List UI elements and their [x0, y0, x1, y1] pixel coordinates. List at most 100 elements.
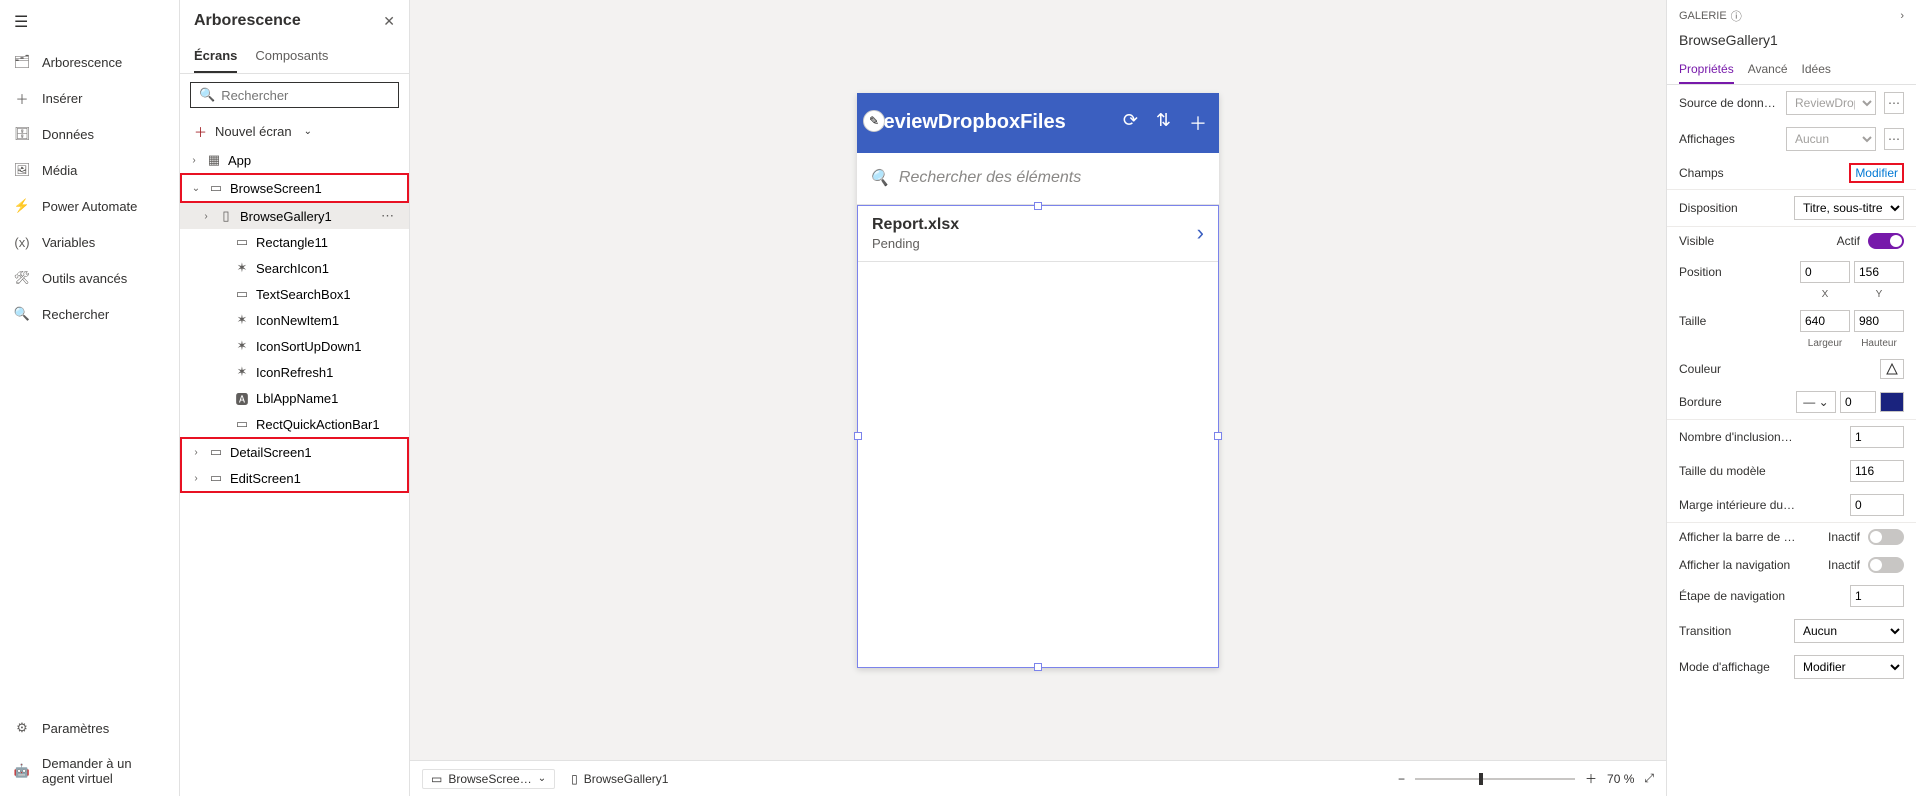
expand-icon[interactable]: ›: [190, 447, 202, 458]
nav-tree[interactable]: 🗂 Arborescence: [0, 44, 179, 80]
sort-icon[interactable]: ⇅: [1156, 110, 1171, 136]
app-header: ReviewDropboxFiles ⟳ ⇅ ＋: [857, 93, 1219, 153]
nav-variables[interactable]: (x) Variables: [0, 224, 179, 260]
tree-node-label: IconRefresh1: [256, 365, 333, 380]
color-swatch[interactable]: [1880, 359, 1904, 379]
breadcrumb-control[interactable]: ▯ BrowseGallery1: [571, 772, 668, 786]
expand-icon[interactable]: ›: [188, 155, 200, 166]
nav-search[interactable]: 🔍 Rechercher: [0, 296, 179, 332]
refresh-icon[interactable]: ⟳: [1123, 110, 1138, 136]
selection-handle[interactable]: [854, 432, 862, 440]
edit-template-icon[interactable]: ✎: [863, 110, 885, 132]
icon-icon: ✶: [234, 261, 250, 275]
transition-select[interactable]: Aucun: [1794, 619, 1904, 643]
zoom-in-icon[interactable]: ＋: [1585, 770, 1597, 787]
tab-properties[interactable]: Propriétés: [1679, 56, 1734, 84]
new-screen-button[interactable]: ＋ Nouvel écran ⌄: [180, 116, 409, 147]
add-icon[interactable]: ＋: [1189, 110, 1207, 136]
tree-node-label: EditScreen1: [230, 471, 301, 486]
more-icon[interactable]: ⋯: [1884, 92, 1904, 114]
position-y-input[interactable]: [1854, 261, 1904, 283]
displaymode-select[interactable]: Modifier: [1794, 655, 1904, 679]
nav-settings[interactable]: ⚙ Paramètres: [0, 710, 179, 746]
tree-node-iconnew[interactable]: ✶ IconNewItem1: [180, 307, 409, 333]
new-screen-label: Nouvel écran: [215, 124, 292, 139]
tree-node-browsescreen[interactable]: ⌄ ▭ BrowseScreen1: [182, 175, 407, 201]
tree-node-iconsort[interactable]: ✶ IconSortUpDown1: [180, 333, 409, 359]
wrapcount-input[interactable]: [1850, 426, 1904, 448]
expand-icon[interactable]: ›: [190, 473, 202, 484]
prop-templatepadding-label: Marge intérieure du…: [1679, 498, 1842, 512]
tree-node-rectangle[interactable]: ▭ Rectangle11: [180, 229, 409, 255]
height-input[interactable]: [1854, 310, 1904, 332]
rect-icon: ▭: [234, 417, 250, 431]
tree-node-searchicon[interactable]: ✶ SearchIcon1: [180, 255, 409, 281]
chevron-down-icon[interactable]: ⌄: [538, 773, 546, 784]
border-width-input[interactable]: [1840, 391, 1876, 413]
border-color-swatch[interactable]: [1880, 392, 1904, 412]
zoom-slider[interactable]: [1415, 778, 1575, 780]
nav-advanced-tools[interactable]: 🛠 Outils avancés: [0, 260, 179, 296]
scrollbar-toggle[interactable]: [1868, 529, 1904, 545]
nav-power-automate[interactable]: ⚡ Power Automate: [0, 188, 179, 224]
selection-handle[interactable]: [1034, 202, 1042, 210]
prop-datasource-select[interactable]: ReviewDropbo…: [1786, 91, 1876, 115]
tree-node-iconrefresh[interactable]: ✶ IconRefresh1: [180, 359, 409, 385]
chevron-right-icon[interactable]: ›: [1197, 220, 1204, 246]
nav-data[interactable]: 🗄 Données: [0, 116, 179, 152]
selection-handle[interactable]: [1034, 663, 1042, 671]
tree-node-rectquick[interactable]: ▭ RectQuickActionBar1: [180, 411, 409, 437]
tree-search-input[interactable]: [221, 88, 397, 103]
shownav-toggle[interactable]: [1868, 557, 1904, 573]
zoom-out-icon[interactable]: −: [1398, 772, 1405, 786]
tree-node-editscreen[interactable]: › ▭ EditScreen1: [182, 465, 407, 491]
close-icon[interactable]: ✕: [383, 13, 395, 30]
tree-node-textsearch[interactable]: ▭ TextSearchBox1: [180, 281, 409, 307]
tab-ideas[interactable]: Idées: [1802, 56, 1831, 84]
gallery-item-title: Report.xlsx: [872, 216, 959, 234]
prop-templatesize-label: Taille du modèle: [1679, 464, 1842, 478]
width-input[interactable]: [1800, 310, 1850, 332]
more-icon[interactable]: ⋯: [381, 208, 401, 224]
tab-advanced[interactable]: Avancé: [1748, 56, 1788, 84]
nav-pa-label: Power Automate: [42, 199, 137, 214]
breadcrumb-screen[interactable]: ▭ BrowseScree… ⌄: [422, 769, 555, 789]
tab-screens[interactable]: Écrans: [194, 40, 237, 73]
tree-node-app[interactable]: › ▦ App: [180, 147, 409, 173]
tab-components[interactable]: Composants: [255, 40, 328, 73]
prop-scrollbar-label: Afficher la barre de …: [1679, 530, 1820, 544]
templatesize-input[interactable]: [1850, 460, 1904, 482]
navstep-input[interactable]: [1850, 585, 1904, 607]
nav-media[interactable]: 🖼 Média: [0, 152, 179, 188]
selection-handle[interactable]: [1214, 432, 1222, 440]
prop-layout-label: Disposition: [1679, 201, 1786, 215]
app-searchbar[interactable]: 🔍 Rechercher des éléments: [857, 153, 1219, 205]
expand-icon[interactable]: ›: [200, 211, 212, 222]
chevron-right-icon[interactable]: ›: [1900, 10, 1904, 22]
hamburger-icon[interactable]: ☰: [0, 0, 179, 44]
border-style-select[interactable]: — ⌄: [1796, 391, 1836, 413]
visible-toggle[interactable]: [1868, 233, 1904, 249]
gallery-selection[interactable]: Report.xlsx Pending ›: [857, 205, 1219, 668]
edit-fields-link[interactable]: Modifier: [1849, 163, 1904, 183]
tree-search[interactable]: 🔍: [190, 82, 399, 108]
plus-icon: ＋: [194, 122, 207, 141]
tree-node-browsegallery[interactable]: › ▯ BrowseGallery1 ⋯: [180, 203, 409, 229]
variable-icon: (x): [14, 234, 30, 250]
prop-views-select[interactable]: Aucun: [1786, 127, 1876, 151]
fit-screen-icon[interactable]: ⤢: [1644, 771, 1654, 786]
selected-control-name: BrowseGallery1: [1667, 32, 1916, 56]
position-x-input[interactable]: [1800, 261, 1850, 283]
gallery-item[interactable]: Report.xlsx Pending ›: [858, 206, 1218, 262]
tree-node-lblapp[interactable]: 🅰 LblAppName1: [180, 385, 409, 411]
flow-icon: ⚡: [14, 198, 30, 214]
rect-icon: ▭: [234, 235, 250, 249]
prop-layout-select[interactable]: Titre, sous-titre et corps: [1794, 196, 1904, 220]
collapse-icon[interactable]: ⌄: [190, 183, 202, 194]
nav-insert[interactable]: ＋ Insérer: [0, 80, 179, 116]
tree-node-detailscreen[interactable]: › ▭ DetailScreen1: [182, 439, 407, 465]
more-icon[interactable]: ⋯: [1884, 128, 1904, 150]
help-icon[interactable]: ⓘ: [1731, 8, 1742, 24]
nav-virtual-agent[interactable]: 🤖 Demander à un agent virtuel: [0, 746, 179, 796]
templatepadding-input[interactable]: [1850, 494, 1904, 516]
